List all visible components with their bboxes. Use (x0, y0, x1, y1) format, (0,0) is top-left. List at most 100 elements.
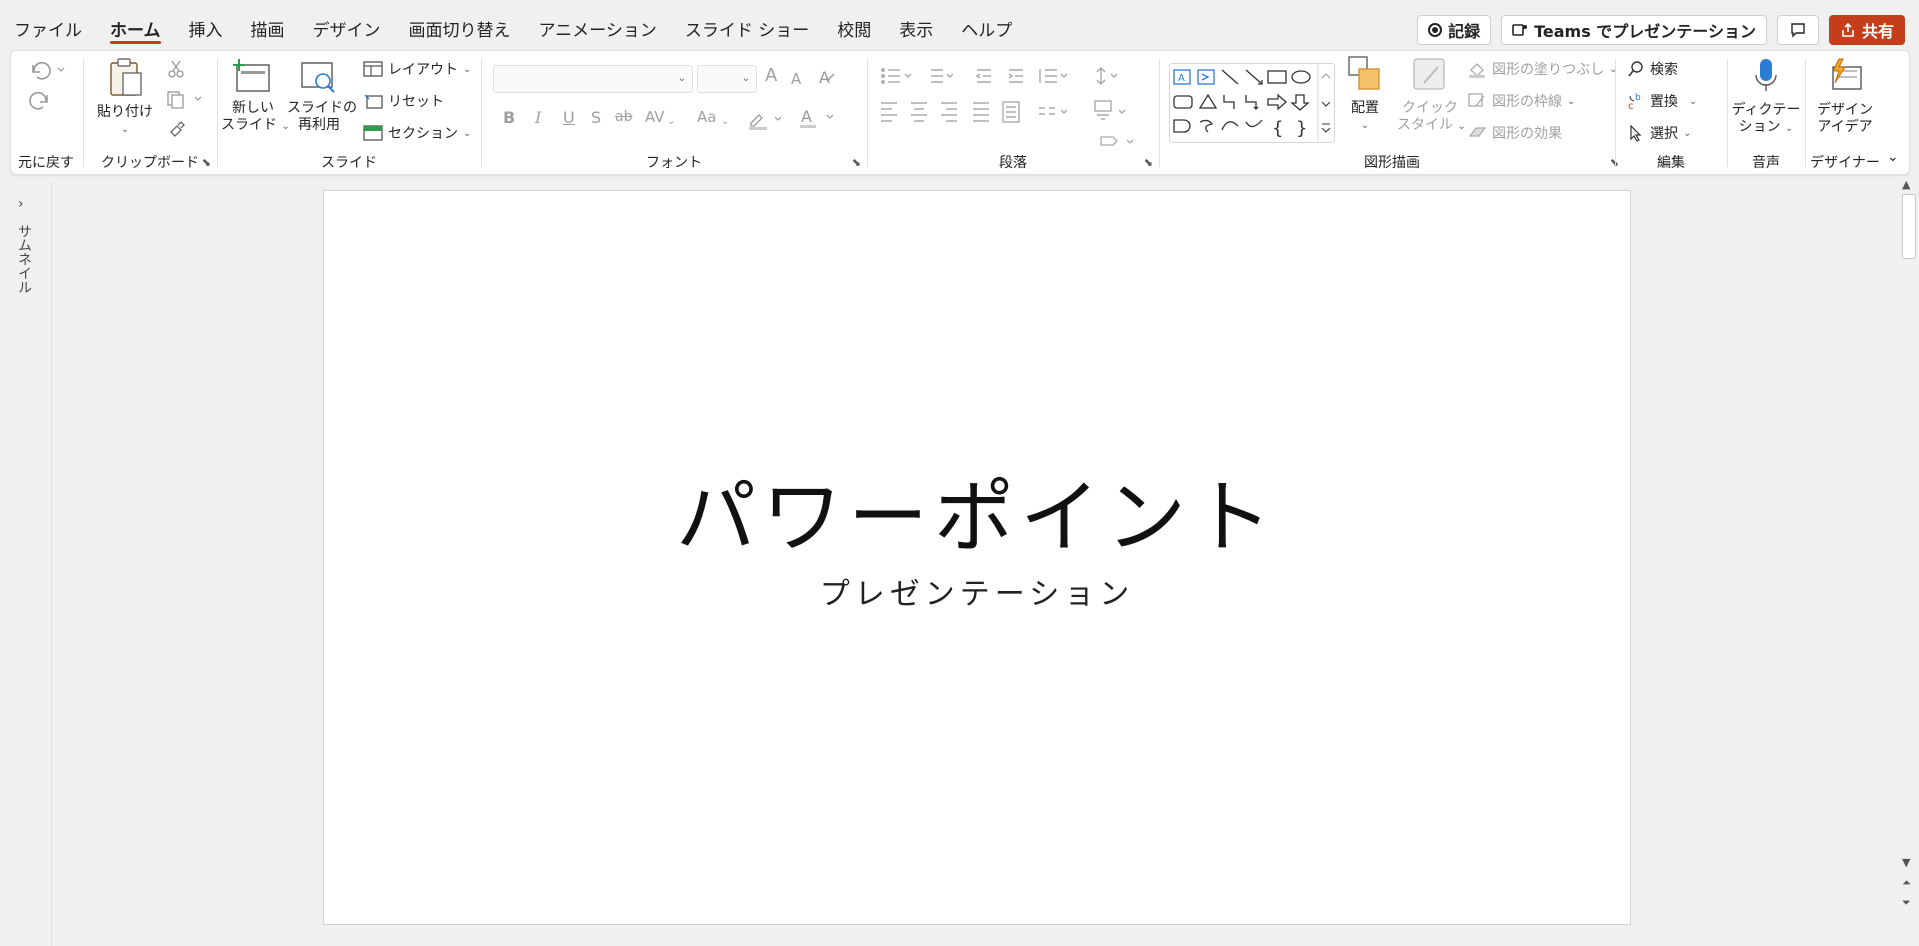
svg-text:A: A (819, 68, 830, 87)
tab-design[interactable]: デザイン (299, 0, 395, 50)
italic-button[interactable]: I (535, 109, 541, 126)
redo-icon[interactable] (27, 89, 53, 115)
font-color-icon[interactable]: A (799, 107, 839, 131)
tab-help[interactable]: ヘルプ (947, 0, 1026, 50)
cut-icon[interactable] (167, 59, 185, 79)
previous-slide-icon[interactable]: ⏶ (1902, 876, 1911, 890)
tab-home[interactable]: ホーム (96, 0, 175, 50)
quick-styles-icon (1413, 58, 1445, 90)
change-case-dropdown-icon[interactable]: ⌄ (721, 113, 729, 130)
next-slide-icon[interactable]: ⏷ (1902, 896, 1911, 910)
tab-file[interactable]: ファイル (0, 0, 96, 50)
char-spacing-dropdown-icon[interactable]: ⌄ (667, 113, 675, 130)
layout-button[interactable]: レイアウト ⌄ (363, 59, 471, 79)
scroll-up-icon[interactable]: ▲ (1902, 178, 1910, 191)
svg-text:}: } (1296, 118, 1307, 139)
reset-icon (364, 94, 383, 109)
record-label: 記録 (1448, 22, 1481, 41)
drawing-group-label: 図形描画 (1364, 155, 1420, 171)
reset-label: リセット (388, 94, 444, 110)
slide-title[interactable]: パワーポイント (324, 453, 1630, 569)
ribbon-collapse-icon[interactable]: ⌄ (1887, 149, 1899, 166)
tab-draw[interactable]: 描画 (237, 0, 299, 50)
format-painter-icon[interactable] (167, 119, 187, 139)
slide-canvas[interactable]: パワーポイント プレゼンテーション (323, 190, 1631, 925)
smartart-icon[interactable] (1097, 131, 1137, 153)
new-slide-button[interactable]: 新しい スライド ⌄ (221, 57, 290, 135)
clear-format-icon[interactable]: A (817, 67, 837, 87)
slide-subtitle[interactable]: プレゼンテーション (324, 569, 1630, 613)
font-size-select[interactable]: ⌄ (697, 65, 757, 93)
microphone-icon (1755, 59, 1777, 91)
bold-button[interactable]: B (503, 109, 515, 126)
slides-group: 新しい スライド ⌄ スライドの 再利用 レイアウト ⌄ リセット セクション ⌄ … (219, 51, 479, 174)
record-button[interactable]: 記録 (1417, 15, 1492, 45)
font-launcher-icon[interactable]: ⬊ (852, 156, 861, 169)
select-button[interactable]: 選択 ⌄ (1627, 123, 1691, 143)
thumbnail-pane: › サムネイル (0, 182, 52, 946)
shape-effects-button[interactable]: 図形の効果 (1467, 123, 1562, 143)
designer-group-label: デザイナー (1810, 155, 1880, 171)
reuse-slides-icon (301, 62, 335, 93)
vertical-scrollbar[interactable]: ▲ ▼ ⏶ ⏷ (1899, 176, 1919, 946)
arrange-label: 配置 (1351, 100, 1379, 116)
paragraph-launcher-icon[interactable]: ⬊ (1144, 156, 1153, 169)
quick-styles-button[interactable]: クイック スタイル ⌄ (1397, 55, 1466, 135)
new-slide-label-2: スライド (221, 117, 277, 133)
highlight-icon[interactable] (747, 109, 787, 131)
underline-button[interactable]: U (563, 109, 575, 126)
section-icon (363, 125, 383, 141)
shape-effects-label: 図形の効果 (1492, 126, 1562, 142)
quick-styles-label-2: スタイル (1397, 117, 1453, 133)
tab-insert[interactable]: 挿入 (175, 0, 237, 50)
grow-font-button[interactable]: A (765, 67, 777, 85)
scrollbar-thumb[interactable] (1902, 194, 1916, 259)
expand-thumbnails-icon[interactable]: › (18, 196, 24, 212)
shape-outline-button[interactable]: 図形の枠線 ⌄ (1467, 91, 1575, 111)
teams-present-button[interactable]: Teams でプレゼンテーション (1501, 15, 1767, 45)
dictate-label-1: ディクテー (1731, 102, 1801, 118)
tab-review[interactable]: 校閲 (823, 0, 885, 50)
share-icon (1842, 22, 1854, 37)
replace-button[interactable]: bc 置換 ⌄ (1627, 91, 1697, 111)
designer-group: デザイン アイデア デザイナー (1807, 51, 1883, 174)
arrange-button[interactable]: 配置 ⌄ (1337, 55, 1393, 134)
strikethrough-button[interactable]: ab (615, 109, 632, 126)
teams-icon (1512, 24, 1528, 36)
dictate-button[interactable]: ディクテー ション ⌄ (1731, 57, 1801, 137)
comments-button[interactable] (1776, 15, 1819, 45)
design-ideas-label-1: デザイン (1817, 102, 1873, 118)
svg-text:A: A (1178, 73, 1185, 84)
shape-fill-button[interactable]: 図形の塗りつぶし ⌄ (1467, 59, 1618, 79)
undo-icon[interactable] (27, 59, 67, 81)
shadow-button[interactable]: S (591, 109, 601, 126)
scroll-down-icon[interactable]: ▼ (1902, 856, 1910, 869)
share-button[interactable]: 共有 (1828, 15, 1905, 45)
char-spacing-button[interactable]: AV (645, 109, 665, 126)
select-label: 選択 (1650, 126, 1678, 142)
copy-icon[interactable] (165, 89, 205, 109)
tab-animations[interactable]: アニメーション (525, 0, 671, 50)
paste-button[interactable]: 貼り付け ⌄ (95, 57, 155, 138)
change-case-button[interactable]: Aa (697, 109, 716, 126)
slides-group-label: スライド (321, 155, 377, 171)
font-name-select[interactable]: ⌄ (493, 65, 693, 93)
editing-group-label: 編集 (1657, 155, 1685, 171)
reuse-slides-button[interactable]: スライドの 再利用 (287, 57, 357, 134)
shape-outline-icon (1468, 93, 1485, 107)
tab-transitions[interactable]: 画面切り替え (395, 0, 525, 50)
paste-label: 貼り付け (97, 104, 153, 120)
shapes-gallery[interactable]: A {} (1169, 63, 1335, 143)
tab-slideshow[interactable]: スライド ショー (671, 0, 823, 50)
reset-button[interactable]: リセット (363, 91, 444, 111)
design-ideas-button[interactable]: デザイン アイデア (1809, 57, 1881, 136)
shrink-font-button[interactable]: A (791, 71, 801, 88)
tab-view[interactable]: 表示 (885, 0, 947, 50)
voice-group: ディクテー ション ⌄ 音声 (1729, 51, 1803, 174)
top-right-actions: 記録 Teams でプレゼンテーション 共有 (1417, 15, 1905, 45)
svg-text:c: c (1628, 101, 1634, 110)
find-button[interactable]: 検索 (1627, 59, 1678, 79)
clipboard-launcher-icon[interactable]: ⬊ (202, 156, 211, 169)
shape-effects-icon (1468, 127, 1487, 137)
section-button[interactable]: セクション ⌄ (363, 123, 471, 143)
